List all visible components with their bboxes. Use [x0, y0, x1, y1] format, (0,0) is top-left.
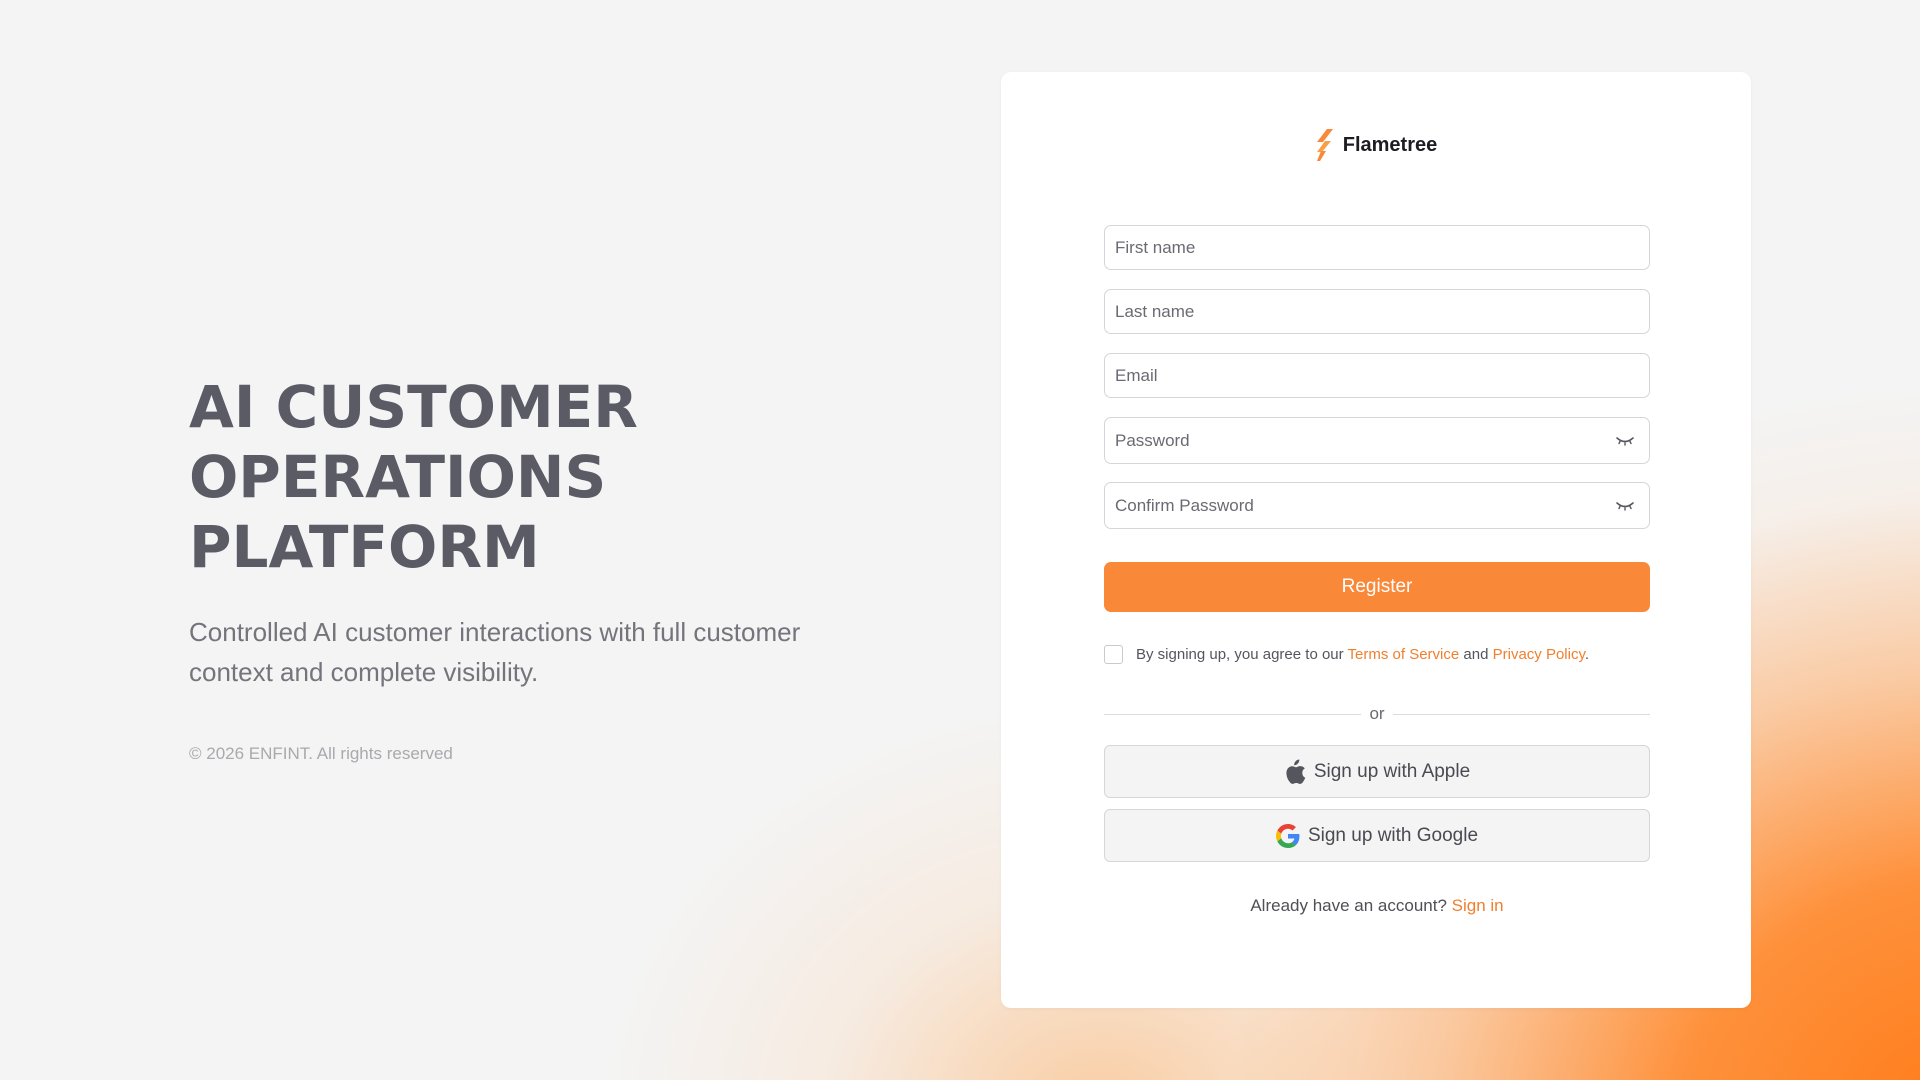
register-card: Flametree Register B	[1001, 72, 1751, 1008]
brand-name: Flametree	[1342, 133, 1438, 156]
apple-icon	[1286, 759, 1306, 784]
password-input[interactable]	[1105, 418, 1649, 463]
confirm-password-field	[1104, 482, 1650, 529]
signin-prompt: Already have an account?	[1250, 896, 1452, 915]
terms-checkbox[interactable]	[1104, 645, 1123, 664]
password-field	[1104, 417, 1650, 464]
register-button[interactable]: Register	[1104, 562, 1650, 612]
terms-and: and	[1459, 646, 1493, 663]
hero-title: AI CUSTOMER OPERATIONS PLATFORM	[189, 372, 849, 582]
eye-closed-icon[interactable]	[1615, 435, 1635, 447]
flame-logo-icon	[1316, 129, 1333, 161]
email-field	[1104, 353, 1650, 398]
last-name-field	[1104, 289, 1650, 334]
copyright-text: © 2026 ENFINT. All rights reserved	[189, 744, 453, 763]
hero-title-line: OPERATIONS	[189, 443, 607, 511]
apple-signup-label: Sign up with Apple	[1313, 760, 1471, 782]
terms-suffix: .	[1584, 646, 1590, 663]
brand-header: Flametree	[1001, 128, 1751, 162]
first-name-field	[1104, 225, 1650, 270]
hero-title-line: AI CUSTOMER	[189, 373, 638, 441]
email-input[interactable]	[1105, 354, 1649, 397]
hero-title-line: PLATFORM	[189, 513, 540, 581]
sign-in-link[interactable]: Sign in	[1452, 896, 1504, 915]
terms-row: By signing up, you agree to our Terms of…	[1104, 645, 1650, 664]
signin-row: Already have an account? Sign in	[1104, 896, 1650, 916]
terms-prefix: By signing up, you agree to our	[1136, 646, 1348, 663]
hero-subtitle: Controlled AI customer interactions with…	[189, 617, 801, 687]
terms-text: By signing up, you agree to our Terms of…	[1136, 646, 1589, 663]
privacy-policy-link[interactable]: Privacy Policy	[1493, 646, 1585, 663]
eye-closed-icon[interactable]	[1615, 500, 1635, 512]
hero-section: AI CUSTOMER OPERATIONS PLATFORM Controll…	[189, 372, 849, 692]
terms-of-service-link[interactable]: Terms of Service	[1348, 646, 1460, 663]
google-signup-button[interactable]: Sign up with Google	[1104, 809, 1650, 862]
register-form: Register By signing up, you agree to our…	[1104, 225, 1650, 916]
or-divider: or	[1104, 704, 1650, 724]
google-signup-label: Sign up with Google	[1307, 824, 1479, 846]
google-icon	[1275, 823, 1300, 848]
divider-line	[1393, 714, 1650, 715]
confirm-password-input[interactable]	[1105, 483, 1649, 528]
apple-signup-button[interactable]: Sign up with Apple	[1104, 745, 1650, 798]
first-name-input[interactable]	[1105, 226, 1649, 269]
last-name-input[interactable]	[1105, 290, 1649, 333]
